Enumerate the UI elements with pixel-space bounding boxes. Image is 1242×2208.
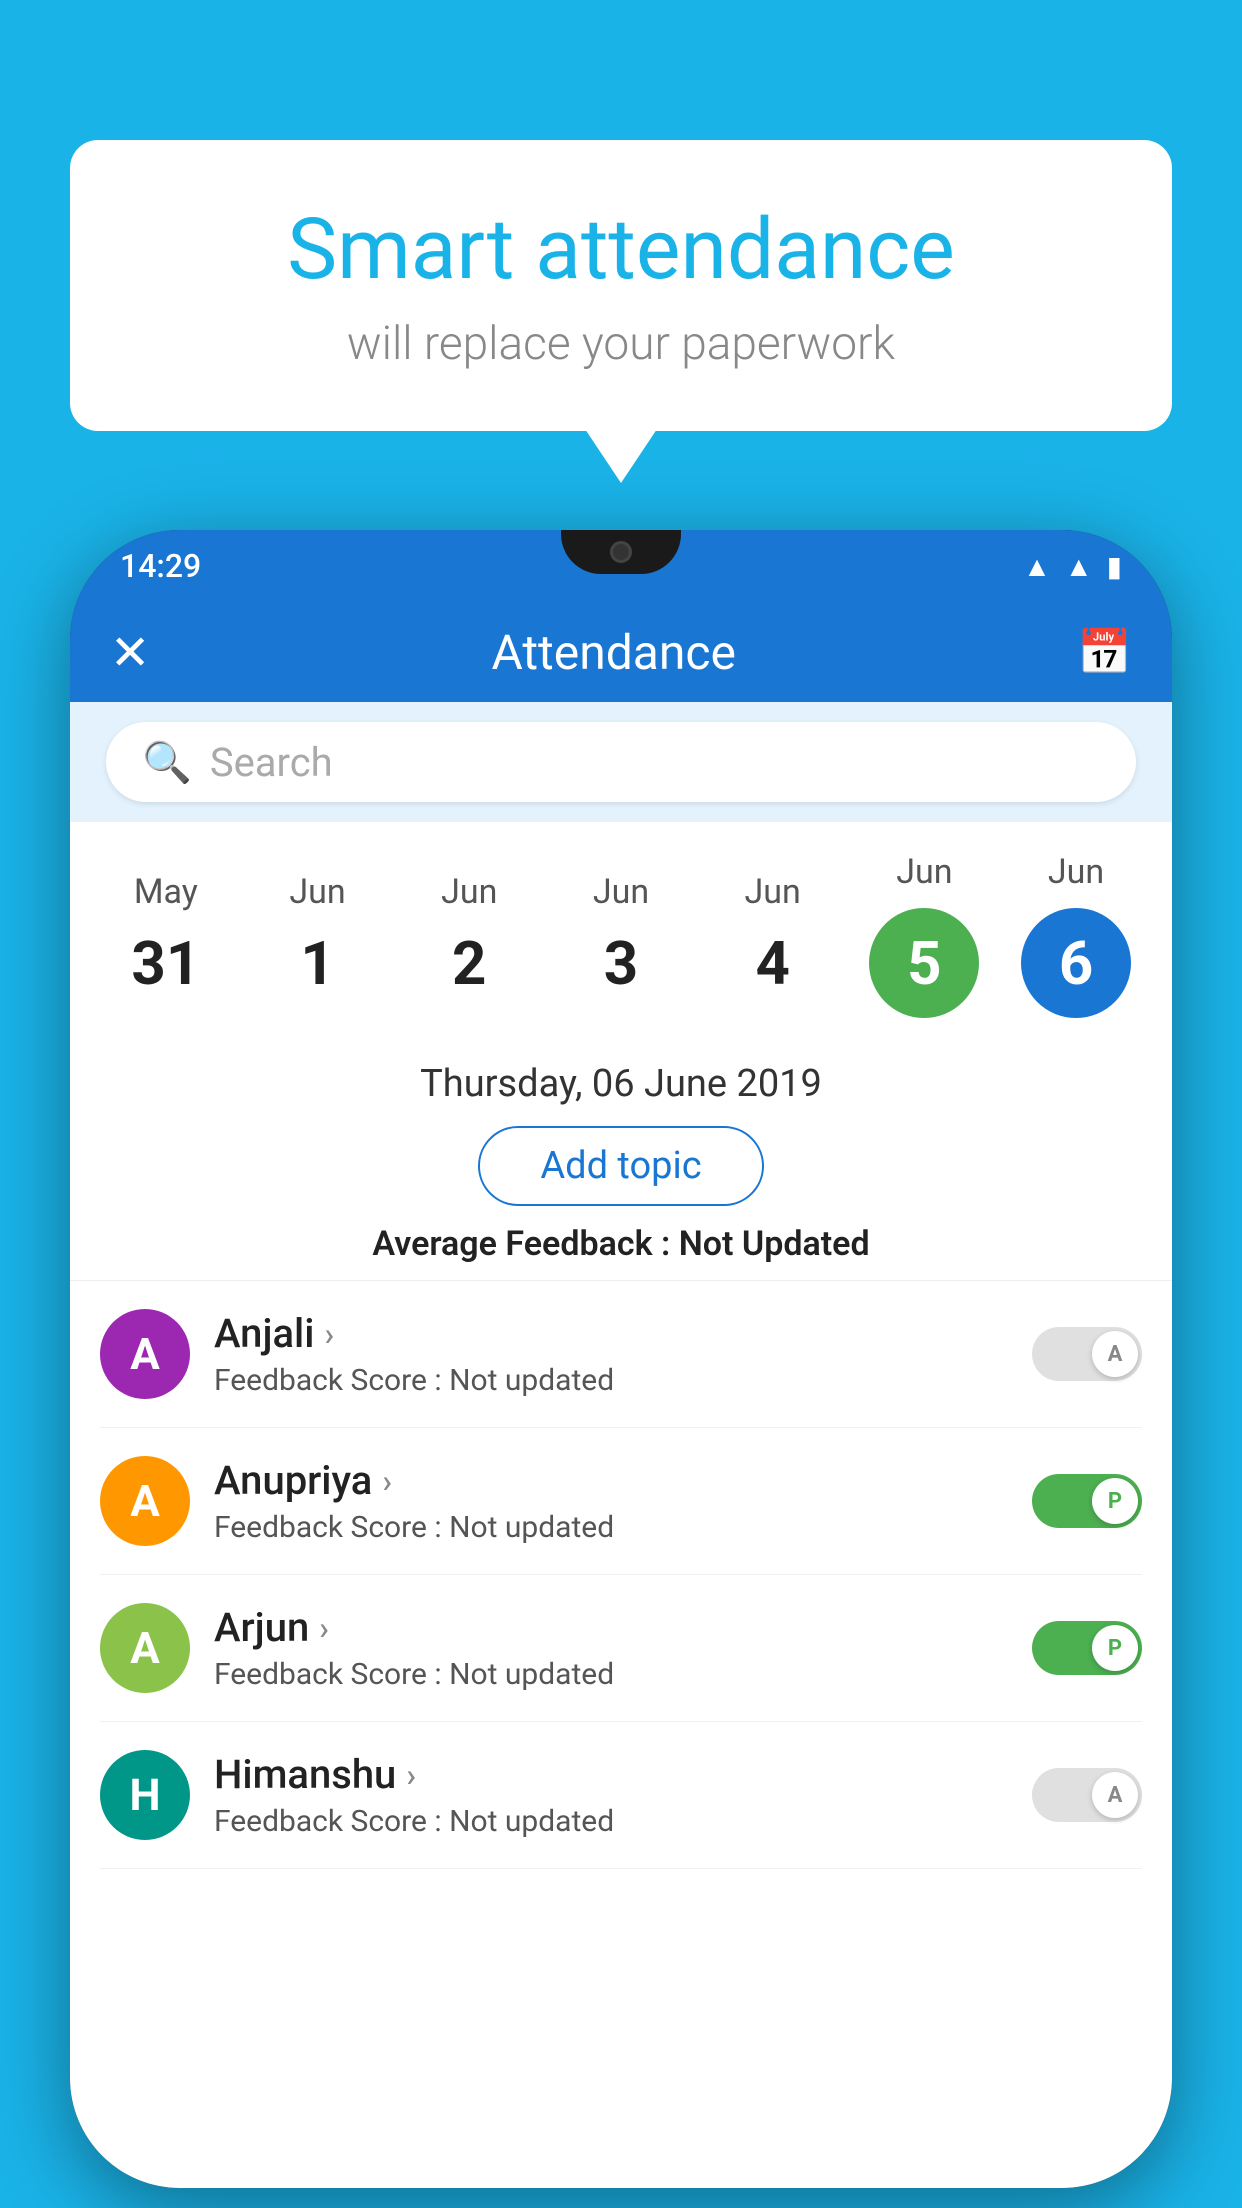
day-num-2: 2 <box>452 928 486 999</box>
day-num-6: 6 <box>1059 928 1093 999</box>
calendar-day-jun2[interactable]: Jun 2 <box>409 872 529 999</box>
student-list: A Anjali › Feedback Score : Not updated … <box>70 1281 1172 1869</box>
calendar-icon[interactable]: 📅 <box>1077 626 1132 678</box>
day-month-6: Jun <box>1048 852 1104 892</box>
speech-bubble-subtitle: will replace your paperwork <box>150 317 1092 371</box>
avg-feedback-label: Average Feedback : <box>372 1224 678 1264</box>
attendance-toggle-anupriya[interactable]: P <box>1032 1474 1142 1528</box>
calendar-day-jun3[interactable]: Jun 3 <box>561 872 681 999</box>
phone-frame: 14:29 ▲ ▲ ▮ ✕ Attendance 📅 🔍 Search May … <box>70 530 1172 2188</box>
student-item-anupriya[interactable]: A Anupriya › Feedback Score : Not update… <box>100 1428 1142 1575</box>
toggle-letter-anjali: A <box>1092 1331 1138 1377</box>
student-name-himanshu: Himanshu › <box>214 1751 1008 1798</box>
chevron-right-icon: › <box>319 1609 329 1647</box>
avatar-anupriya: A <box>100 1456 190 1546</box>
student-feedback-anjali: Feedback Score : Not updated <box>214 1363 1008 1398</box>
toggle-letter-arjun: P <box>1092 1625 1138 1671</box>
calendar-day-may31[interactable]: May 31 <box>106 872 226 999</box>
calendar-strip: May 31 Jun 1 Jun 2 Jun 3 Jun 4 <box>70 822 1172 1038</box>
calendar-day-jun5[interactable]: Jun 5 <box>864 852 984 1018</box>
phone-screen: 🔍 Search May 31 Jun 1 Jun 2 Jun <box>70 702 1172 2188</box>
app-title: Attendance <box>491 624 736 681</box>
day-month-2: Jun <box>441 872 497 912</box>
avg-feedback-value: Not Updated <box>679 1224 870 1264</box>
student-name-arjun: Arjun › <box>214 1604 1008 1651</box>
add-topic-button[interactable]: Add topic <box>478 1126 763 1206</box>
student-name-anupriya: Anupriya › <box>214 1457 1008 1504</box>
date-info-section: Thursday, 06 June 2019 Add topic Average… <box>70 1038 1172 1281</box>
student-info-anupriya: Anupriya › Feedback Score : Not updated <box>214 1457 1008 1545</box>
chevron-right-icon: › <box>406 1756 416 1794</box>
calendar-day-jun1[interactable]: Jun 1 <box>258 872 378 999</box>
chevron-right-icon: › <box>324 1315 334 1353</box>
status-time: 14:29 <box>120 547 201 585</box>
battery-icon: ▮ <box>1107 550 1122 583</box>
student-item-arjun[interactable]: A Arjun › Feedback Score : Not updated P <box>100 1575 1142 1722</box>
app-bar: ✕ Attendance 📅 <box>70 602 1172 702</box>
signal-icon: ▲ <box>1065 550 1093 583</box>
day-month-1: Jun <box>289 872 345 912</box>
chevron-right-icon: › <box>382 1462 392 1500</box>
student-name-anjali: Anjali › <box>214 1310 1008 1357</box>
search-icon: 🔍 <box>142 739 192 786</box>
day-num-1: 1 <box>300 928 334 999</box>
student-feedback-anupriya: Feedback Score : Not updated <box>214 1510 1008 1545</box>
day-month-4: Jun <box>745 872 801 912</box>
day-circle-green: 5 <box>869 908 979 1018</box>
avg-feedback: Average Feedback : Not Updated <box>90 1224 1152 1264</box>
day-num-4: 4 <box>755 928 789 999</box>
avatar-arjun: A <box>100 1603 190 1693</box>
attendance-toggle-himanshu[interactable]: A <box>1032 1768 1142 1822</box>
close-button[interactable]: ✕ <box>110 624 150 681</box>
student-feedback-himanshu: Feedback Score : Not updated <box>214 1804 1008 1839</box>
search-bar-container: 🔍 Search <box>70 702 1172 822</box>
day-circle-blue: 6 <box>1021 908 1131 1018</box>
selected-date: Thursday, 06 June 2019 <box>90 1062 1152 1106</box>
day-month-5: Jun <box>896 852 952 892</box>
speech-bubble-container: Smart attendance will replace your paper… <box>70 140 1172 431</box>
day-num-0: 31 <box>131 928 200 999</box>
avatar-himanshu: H <box>100 1750 190 1840</box>
calendar-day-jun4[interactable]: Jun 4 <box>713 872 833 999</box>
calendar-day-jun6[interactable]: Jun 6 <box>1016 852 1136 1018</box>
wifi-icon: ▲ <box>1023 550 1051 583</box>
student-info-anjali: Anjali › Feedback Score : Not updated <box>214 1310 1008 1398</box>
student-feedback-arjun: Feedback Score : Not updated <box>214 1657 1008 1692</box>
toggle-letter-himanshu: A <box>1092 1772 1138 1818</box>
day-num-3: 3 <box>604 928 638 999</box>
day-num-5: 5 <box>907 928 941 999</box>
student-info-himanshu: Himanshu › Feedback Score : Not updated <box>214 1751 1008 1839</box>
toggle-letter-anupriya: P <box>1092 1478 1138 1524</box>
student-item-anjali[interactable]: A Anjali › Feedback Score : Not updated … <box>100 1281 1142 1428</box>
attendance-toggle-anjali[interactable]: A <box>1032 1327 1142 1381</box>
notch <box>561 530 681 574</box>
day-month-3: Jun <box>593 872 649 912</box>
avatar-anjali: A <box>100 1309 190 1399</box>
search-bar[interactable]: 🔍 Search <box>106 722 1136 802</box>
speech-bubble: Smart attendance will replace your paper… <box>70 140 1172 431</box>
search-placeholder: Search <box>210 739 333 786</box>
attendance-toggle-arjun[interactable]: P <box>1032 1621 1142 1675</box>
student-item-himanshu[interactable]: H Himanshu › Feedback Score : Not update… <box>100 1722 1142 1869</box>
camera <box>610 541 632 563</box>
status-icons: ▲ ▲ ▮ <box>1023 550 1122 583</box>
day-month-0: May <box>134 872 198 912</box>
speech-bubble-title: Smart attendance <box>150 200 1092 299</box>
student-info-arjun: Arjun › Feedback Score : Not updated <box>214 1604 1008 1692</box>
